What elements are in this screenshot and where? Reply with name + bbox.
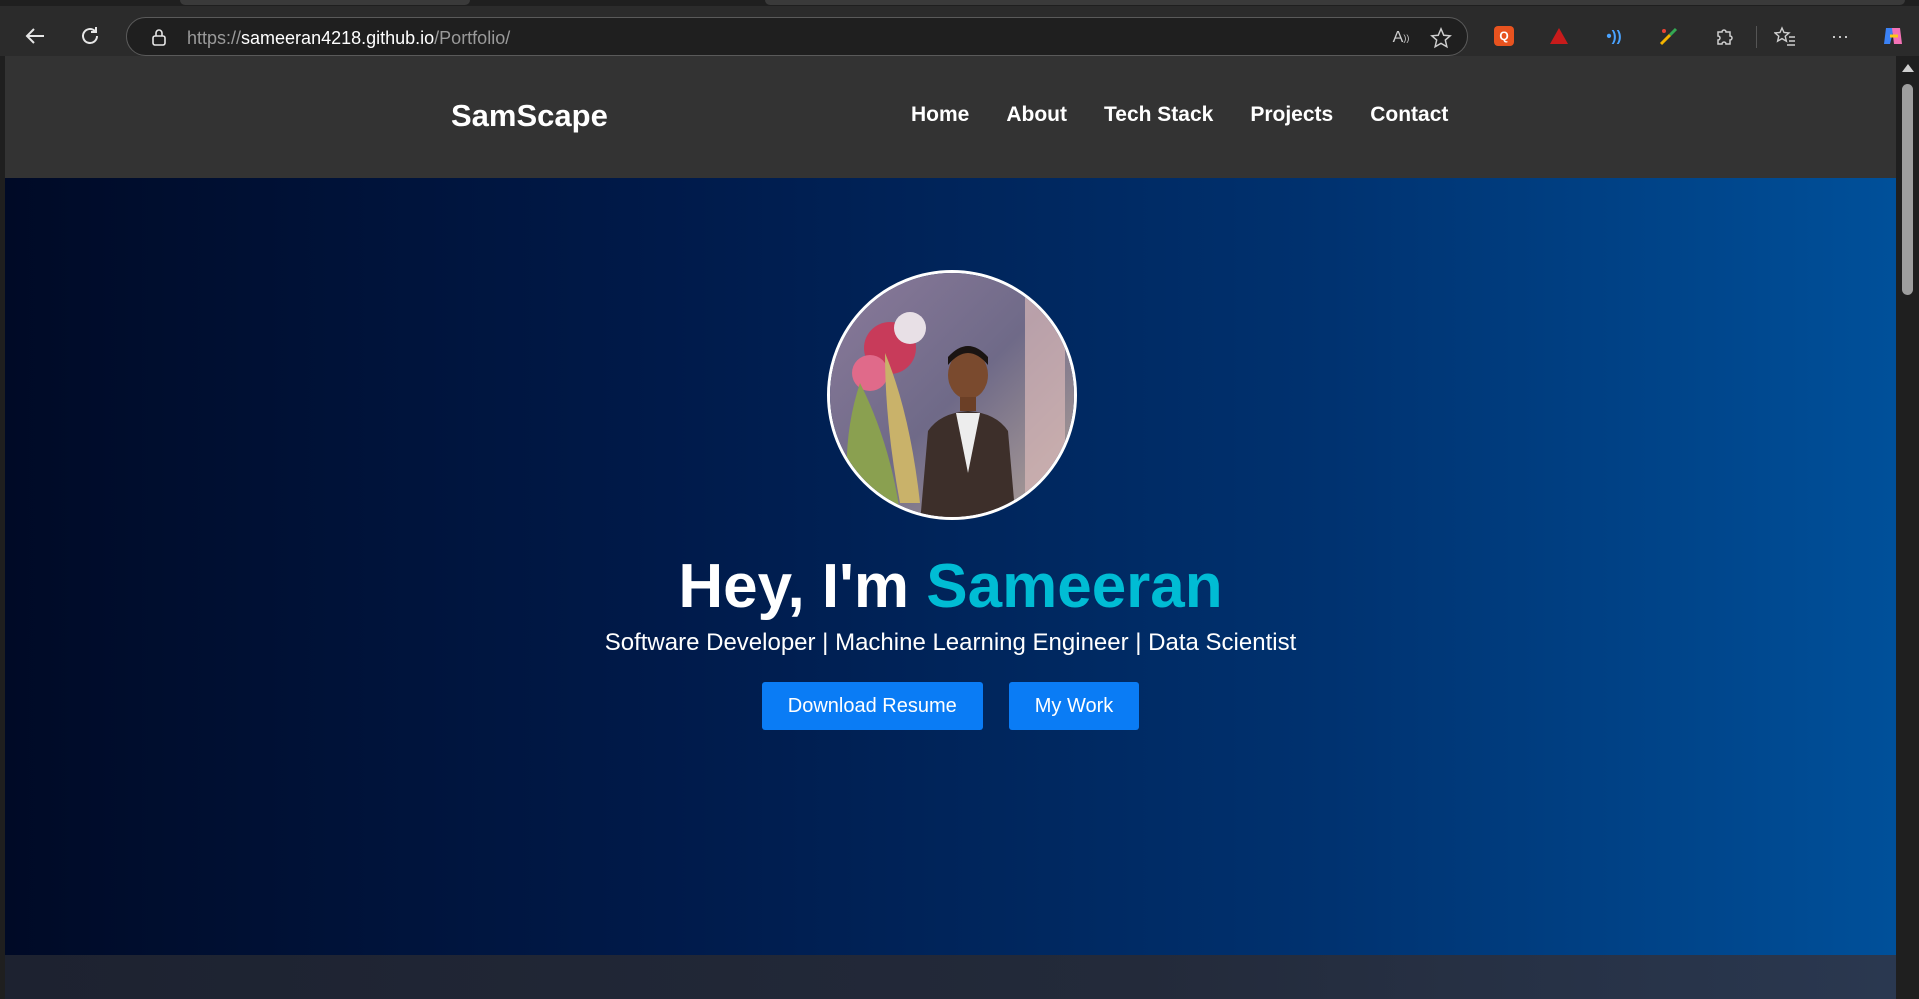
page-viewport: SamScape Home About Tech Stack Projects … <box>5 56 1896 999</box>
url-path: /Portfolio/ <box>434 28 511 48</box>
page-scrollbar[interactable] <box>1896 56 1919 999</box>
site-navbar: SamScape Home About Tech Stack Projects … <box>5 56 1896 178</box>
download-resume-button[interactable]: Download Resume <box>761 682 983 730</box>
nav-link-tech-stack[interactable]: Tech Stack <box>1104 103 1213 127</box>
extension-wave-icon[interactable]: •)) <box>1601 23 1627 49</box>
my-work-button[interactable]: My Work <box>1008 682 1140 730</box>
hero-buttons: Download Resume My Work <box>5 682 1896 730</box>
extension-red-icon[interactable] <box>1546 23 1572 49</box>
scroll-up-arrow-icon[interactable] <box>1902 64 1914 72</box>
refresh-icon[interactable] <box>72 18 108 54</box>
address-bar[interactable]: https://sameeran4218.github.io/Portfolio… <box>126 17 1468 56</box>
browser-toolbar: https://sameeran4218.github.io/Portfolio… <box>0 6 1919 56</box>
nav-link-about[interactable]: About <box>1006 103 1067 127</box>
hero-subtitle: Software Developer | Machine Learning En… <box>604 629 1297 656</box>
favorites-list-icon[interactable] <box>1772 23 1798 49</box>
nav-links: Home About Tech Stack Projects Contact <box>911 103 1485 127</box>
hero-headline: Hey, I'm Sameeran <box>5 551 1896 622</box>
url-text[interactable]: https://sameeran4218.github.io/Portfolio… <box>187 28 510 49</box>
back-arrow-icon[interactable] <box>17 18 53 54</box>
hero-name: Sameeran <box>926 552 1223 621</box>
extension-q-icon[interactable]: Q <box>1491 23 1517 49</box>
nav-link-projects[interactable]: Projects <box>1250 103 1333 127</box>
hero-greeting: Hey, I'm <box>678 552 927 621</box>
more-dots-icon[interactable]: ··· <box>1827 23 1853 49</box>
lock-icon[interactable] <box>149 27 169 47</box>
hero-section: Hey, I'm Sameeran Software Developer | M… <box>5 178 1896 955</box>
favorite-star-icon[interactable] <box>1429 26 1453 50</box>
nav-link-contact[interactable]: Contact <box>1370 103 1448 127</box>
tab-hint-left[interactable] <box>180 0 470 5</box>
scroll-thumb[interactable] <box>1902 84 1913 295</box>
profile-photo <box>827 270 1077 520</box>
toolbar-divider <box>1756 26 1757 48</box>
url-scheme: https:// <box>187 28 242 48</box>
read-aloud-icon[interactable]: A)) <box>1389 26 1413 50</box>
extension-color-picker-icon[interactable] <box>1656 23 1682 49</box>
copilot-icon[interactable] <box>1880 23 1906 49</box>
url-host: sameeran4218.github.io <box>241 28 435 48</box>
next-section <box>5 955 1896 999</box>
extensions-puzzle-icon[interactable] <box>1711 23 1737 49</box>
tab-hint-active[interactable] <box>765 0 1905 5</box>
site-brand[interactable]: SamScape <box>451 98 608 134</box>
nav-link-home[interactable]: Home <box>911 103 969 127</box>
